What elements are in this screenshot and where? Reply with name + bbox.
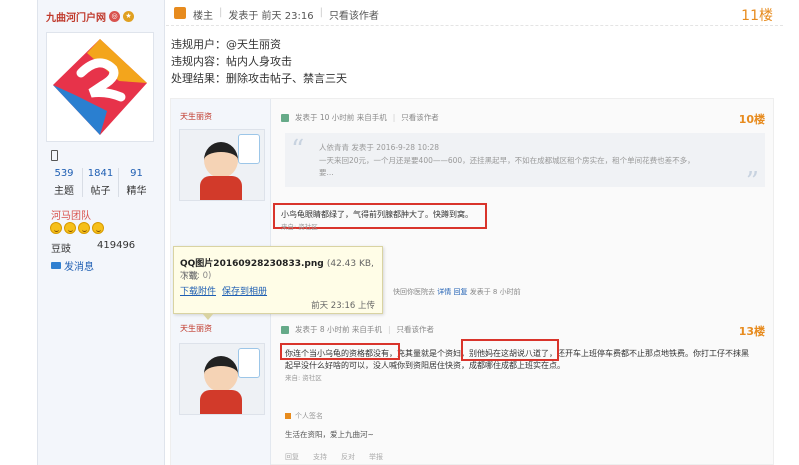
highlight-box-3 — [461, 339, 559, 361]
embed-link-text: 快回你医院去 — [393, 288, 435, 296]
upload-time: 前天 23:16 上传 — [311, 301, 375, 311]
embed-link-detail: 详情 — [437, 288, 452, 296]
embed-post2-time: 发表于 8 小时前 来自手机 — [295, 325, 382, 334]
verified-icon: ◎ — [109, 11, 120, 22]
reply-text-2-line2: 起早没什么好啥的可以，没人喊你到资阳居住快资，成都哪住成都上班实在点。 — [285, 361, 565, 370]
avatar-badge — [238, 134, 260, 164]
embed-avatar-2 — [179, 343, 265, 415]
mobile-icon — [51, 150, 58, 161]
only-author-link[interactable]: 只看该作者 — [329, 7, 379, 22]
owner-icon — [174, 7, 186, 19]
signature-icon — [285, 413, 291, 419]
attachment-filename: QQ图片20160928230833.png — [180, 259, 324, 269]
coin-label: 豆豉 — [51, 244, 71, 255]
send-message-label: 发消息 — [64, 262, 94, 273]
avatar-head — [204, 142, 238, 178]
save-to-album-link[interactable]: 保存到相册 — [222, 284, 267, 297]
embed-reply-links: 快回你医院去 详情 回复 发表于 8 小时前 — [393, 287, 521, 297]
signature-text: 生活在资阳，爱上九曲河~ — [285, 430, 374, 439]
author-avatar[interactable] — [46, 32, 154, 142]
floor-number[interactable]: 11楼 — [741, 5, 773, 25]
attachment-actions: 下载附件 保存到相册 — [180, 284, 267, 297]
embed-username-1: 天生丽资 — [180, 112, 212, 121]
embed-only-author-1: 只看该作者 — [401, 113, 439, 122]
site-logo-icon — [53, 39, 147, 135]
avatar-body — [200, 390, 242, 414]
divider: | — [392, 113, 396, 122]
quote-author: 人依青青 发表于 2016-9-28 10:28 — [319, 143, 440, 152]
reply-text-1: 小鸟龟眼睛都绿了，气得前列腺都肿大了。快蹲到窝。 — [281, 210, 473, 219]
stat-digest-value: 91 — [130, 168, 143, 179]
from-source-2: 来自: 资社区 — [285, 374, 322, 382]
author-sidebar: 九曲河门户网 ◎ ★ 539 主题 1841 帖子 91 精华 河马团队 豆豉 … — [37, 0, 165, 465]
violation-result: 处理结果：删除攻击帖子、禁言三天 — [171, 72, 347, 85]
embed-post1-time: 发表于 10 小时前 来自手机 — [295, 113, 387, 122]
medal-icon: ★ — [123, 11, 134, 22]
divider: | — [387, 325, 391, 334]
post-icon — [281, 325, 289, 334]
author-stats: 539 主题 1841 帖子 91 精华 — [46, 168, 154, 197]
author-name[interactable]: 九曲河门户网 — [46, 9, 106, 24]
reply-seg-4: ，还开车上班停车费都不止那点地铁费。你打工仔不抹黑 — [549, 349, 749, 358]
embed-only-author-2: 只看该作者 — [396, 325, 434, 334]
action-support: 支持 — [313, 453, 327, 461]
stat-digest-label: 精华 — [126, 186, 147, 197]
attachment-download-count: 次数: 0) — [180, 271, 212, 281]
tooltip-arrow — [202, 313, 214, 320]
violation-content: 违规内容：帖内人身攻击 — [171, 55, 292, 68]
stat-threads[interactable]: 539 主题 — [46, 168, 82, 197]
embed-link-time: 发表于 8 小时前 — [469, 288, 521, 296]
stat-posts-label: 帖子 — [90, 186, 111, 197]
owner-label: 楼主 — [193, 11, 213, 22]
post-icon — [281, 113, 289, 122]
close-quote-icon: ” — [745, 167, 759, 197]
embed-post2-header: 发表于 8 小时前 来自手机 | 只看该作者 — [281, 324, 434, 335]
divider: | — [319, 7, 323, 18]
author-name-row: 九曲河门户网 ◎ ★ — [46, 9, 134, 24]
embed-username-2: 天生丽资 — [180, 324, 212, 333]
signature-title: 个人签名 — [295, 412, 323, 420]
embed-link-reply: 回复 — [453, 288, 468, 296]
avatar-head — [204, 356, 238, 392]
embed-floor-2: 13楼 — [738, 325, 765, 338]
avatar-body — [200, 176, 242, 200]
embed-post1-header: 发表于 10 小时前 来自手机 | 只看该作者 — [281, 112, 439, 123]
attachment-tooltip: QQ图片20160928230833.png (42.43 KB, 下载 次数:… — [173, 246, 383, 320]
divider: | — [219, 7, 223, 18]
embed-floor-1: 10楼 — [738, 113, 765, 126]
post-header: 楼主 | 发表于 前天 23:16 | 只看该作者 11楼 — [166, 0, 783, 26]
smiley-icon — [64, 222, 76, 234]
envelope-icon — [51, 262, 61, 269]
from-source-1: 来自: 资社区 — [281, 223, 318, 231]
avatar-badge — [238, 348, 260, 378]
violation-user: 违规用户：@天生丽资 — [171, 38, 281, 51]
action-reply: 回复 — [285, 453, 299, 461]
send-message-link[interactable]: 发消息 — [51, 258, 94, 273]
rank-stars — [50, 222, 104, 234]
coin-value: 419496 — [97, 240, 136, 251]
action-report: 举报 — [369, 453, 383, 461]
post-meta: 楼主 | 发表于 前天 23:16 | 只看该作者 — [193, 7, 379, 22]
embed-avatar-1 — [179, 129, 265, 201]
coin-row: 豆豉 419496 — [51, 240, 135, 255]
post-time: 发表于 前天 23:16 — [228, 11, 314, 22]
open-quote-icon: “ — [291, 135, 305, 165]
action-oppose: 反对 — [341, 453, 355, 461]
smiley-icon — [92, 222, 104, 234]
stat-posts[interactable]: 1841 帖子 — [82, 168, 118, 197]
stat-digest[interactable]: 91 精华 — [118, 168, 154, 197]
stat-threads-label: 主题 — [54, 186, 74, 197]
highlight-box-2 — [280, 343, 400, 360]
quote-text: 一天来回20元，一个月还是要400——600，还挂黑起早，不如在成都城区租个房实… — [319, 156, 695, 177]
stat-threads-value: 539 — [54, 168, 74, 179]
quoted-post: “ 人依青青 发表于 2016-9-28 10:28 一天来回20元，一个月还是… — [285, 133, 765, 197]
embed-actions: 回复 支持 反对 举报 — [285, 452, 383, 462]
smiley-icon — [50, 222, 62, 234]
smiley-icon — [78, 222, 90, 234]
stat-posts-value: 1841 — [87, 168, 114, 179]
download-attachment-link[interactable]: 下载附件 — [180, 284, 216, 297]
user-group[interactable]: 河马团队 — [51, 207, 91, 222]
